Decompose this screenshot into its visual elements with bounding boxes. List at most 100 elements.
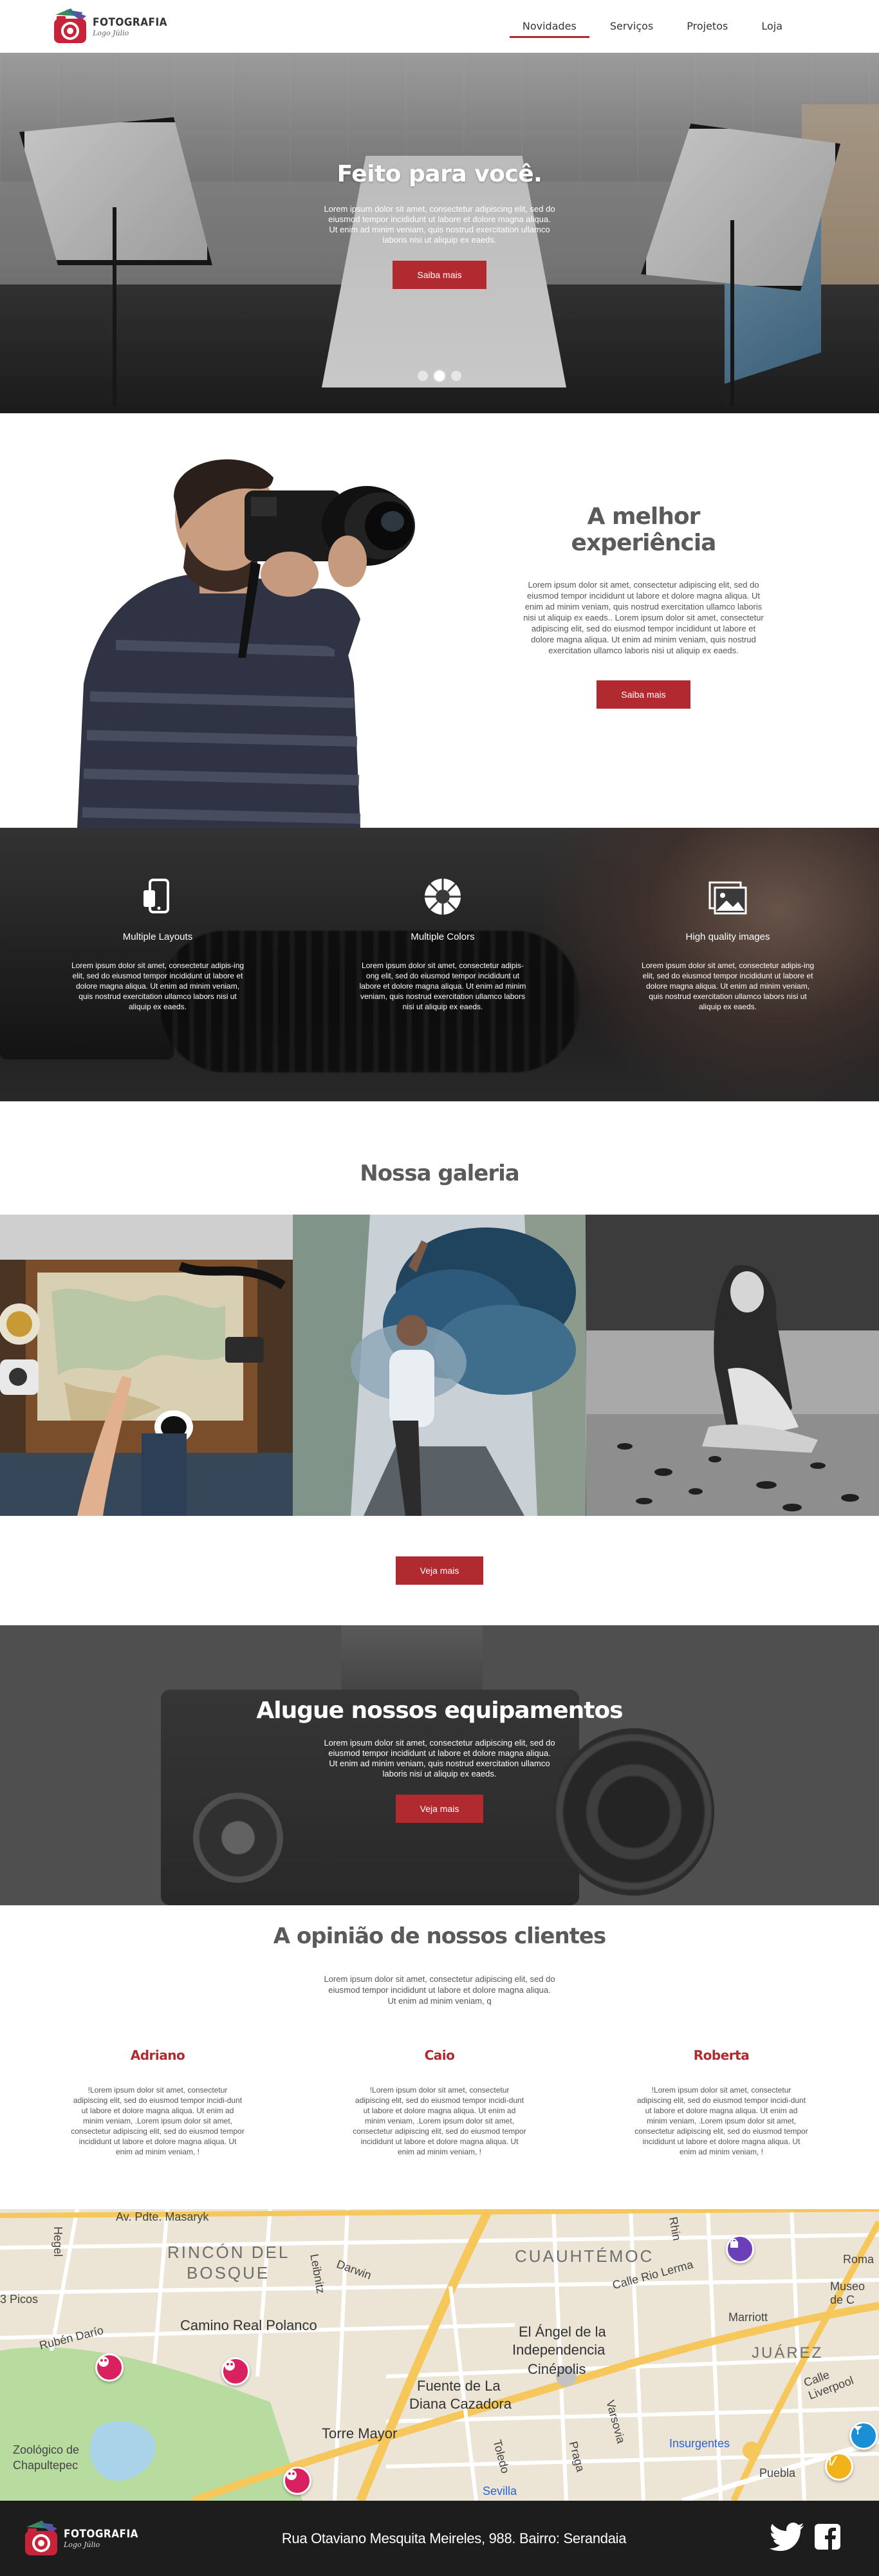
- slider-dot-1[interactable]: [418, 371, 428, 381]
- experience-cta-button[interactable]: Saiba mais: [597, 680, 690, 709]
- feature-item: High quality images Lorem ipsum dolor si…: [641, 876, 815, 1012]
- features-section: Multiple Layouts Lorem ipsum dolor sit a…: [0, 828, 879, 1101]
- map-label: JUÁREZ: [752, 2344, 824, 2362]
- map-label: Zoológico de: [13, 2443, 80, 2456]
- feature-title: Multiple Layouts: [122, 931, 193, 942]
- map-pin-palette-icon[interactable]: [95, 2353, 124, 2382]
- map-pin-bar-icon[interactable]: [849, 2422, 878, 2450]
- gallery-image-map-table[interactable]: [0, 1215, 293, 1516]
- brand-tagline: Logo Júlio: [93, 28, 129, 37]
- feature-list: Multiple Layouts Lorem ipsum dolor sit a…: [71, 876, 815, 1012]
- map-label: Sevilla: [483, 2485, 517, 2497]
- rent-cta-button[interactable]: Veja mais: [395, 1795, 484, 1823]
- slider-dot-2[interactable]: [434, 371, 445, 381]
- image-gallery-icon: [707, 876, 748, 917]
- slider-dots: [0, 371, 879, 381]
- testimonial-text: !Lorem ipsum dolor sit amet, consectetur…: [71, 2086, 245, 2156]
- map-label: Camino Real Polanco: [180, 2317, 317, 2333]
- footer-address: Rua Otaviano Mesquita Meireles, 988. Bai…: [281, 2530, 627, 2546]
- feature-item: Multiple Colors Lorem ipsum dolor sit am…: [356, 876, 530, 1012]
- nav-item-loja[interactable]: Loja: [748, 15, 795, 38]
- map-pin-palette-icon[interactable]: [283, 2467, 311, 2495]
- testimonials-section: A opinião de nossos clientes Lorem ipsum…: [0, 1905, 879, 2209]
- brand-logo[interactable]: FOTOGRAFIA Logo Júlio: [51, 7, 167, 46]
- map-label: Insurgentes: [669, 2437, 730, 2450]
- feature-text: Lorem ipsum dolor sit amet, consectetur …: [359, 961, 526, 1011]
- testimonial-item: Roberta !Lorem ipsum dolor sit amet, con…: [634, 2048, 808, 2157]
- rent-content: Alugue nossos equipamentos Lorem ipsum d…: [0, 1697, 879, 1823]
- map-label: Cinépolis: [528, 2361, 586, 2377]
- site-footer: FOTOGRAFIA Logo Júlio Rua Otaviano Mesqu…: [0, 2501, 879, 2576]
- nav-item-servicos[interactable]: Serviços: [597, 15, 666, 38]
- map-label: Diana Cazadora: [409, 2396, 512, 2412]
- color-wheel-icon: [422, 876, 463, 917]
- gallery-more-button[interactable]: Veja mais: [395, 1556, 484, 1585]
- hero-title: Feito para você.: [337, 161, 542, 187]
- map-label: Chapultepec: [13, 2459, 79, 2472]
- nav-item-novidades[interactable]: Novidades: [509, 15, 589, 38]
- site-header: FOTOGRAFIA Logo Júlio Novidades Serviços…: [0, 0, 879, 53]
- testimonial-name: Roberta: [693, 2048, 750, 2063]
- camera-logo-icon: [23, 2519, 60, 2558]
- hero-cta-button[interactable]: Saiba mais: [393, 261, 486, 289]
- gallery-more: Veja mais: [0, 1516, 879, 1625]
- testimonial-list: Adriano !Lorem ipsum dolor sit amet, con…: [0, 2048, 879, 2157]
- gallery-section: Nossa galeria Veja mais: [0, 1101, 879, 1625]
- experience-section: A melhor experiência Lorem ipsum dolor s…: [0, 413, 879, 828]
- nav-item-projetos[interactable]: Projetos: [674, 15, 741, 38]
- testimonials-title: A opinião de nossos clientes: [273, 1923, 606, 1949]
- experience-text: Lorem ipsum dolor sit amet, consectetur …: [523, 580, 764, 655]
- rent-title: Alugue nossos equipamentos: [256, 1697, 623, 1724]
- map-pin-shopping-icon[interactable]: [726, 2235, 754, 2263]
- testimonials-intro: Lorem ipsum dolor sit amet, consectetur …: [324, 1974, 555, 2006]
- twitter-icon[interactable]: [770, 2523, 804, 2554]
- map-label: BOSQUE: [187, 2263, 270, 2282]
- experience-content: A melhor experiência Lorem ipsum dolor s…: [515, 503, 772, 709]
- map-label: Av. Pdte. Masaryk: [116, 2210, 209, 2223]
- map-label: RINCÓN DEL: [167, 2243, 290, 2262]
- footer-brand-tagline: Logo Júlio: [64, 2541, 100, 2549]
- social-links: [770, 2523, 840, 2554]
- testimonial-item: Caio !Lorem ipsum dolor sit amet, consec…: [353, 2048, 526, 2157]
- experience-title: A melhor experiência: [571, 503, 717, 556]
- main-nav: Novidades Serviços Projetos Loja: [502, 15, 795, 38]
- photographer-image: [77, 452, 438, 828]
- feature-title: High quality images: [685, 931, 770, 942]
- map-label: Fuente de La: [417, 2378, 501, 2394]
- map-label: Museo de C: [830, 2280, 865, 2306]
- testimonial-text: !Lorem ipsum dolor sit amet, consectetur…: [353, 2086, 526, 2156]
- map-label: Torre Mayor: [322, 2425, 398, 2441]
- footer-brand-name: FOTOGRAFIA: [64, 2528, 139, 2541]
- map-label: El Ángel de la: [519, 2324, 606, 2340]
- map-label: Puebla: [759, 2467, 796, 2479]
- camera-logo-icon: [51, 7, 89, 46]
- slider-dot-3[interactable]: [451, 371, 461, 381]
- location-map[interactable]: Av. Pdte. Masaryk RINCÓN DEL BOSQUE CUAU…: [0, 2209, 879, 2501]
- footer-logo[interactable]: FOTOGRAFIA Logo Júlio: [23, 2519, 138, 2558]
- hero-text: Lorem ipsum dolor sit amet, consectetur …: [324, 204, 555, 245]
- gallery-image-smoke-bomb[interactable]: [293, 1215, 586, 1516]
- mobile-layout-icon: [137, 876, 178, 917]
- map-label: CUAUHTÉMOC: [515, 2246, 654, 2266]
- hero-slider: Feito para você. Lorem ipsum dolor sit a…: [0, 53, 879, 413]
- gallery-image-woman-leaves[interactable]: [586, 1215, 879, 1516]
- feature-title: Multiple Colors: [411, 931, 475, 942]
- feature-item: Multiple Layouts Lorem ipsum dolor sit a…: [71, 876, 245, 1012]
- map-pin-palette-icon[interactable]: [221, 2357, 250, 2385]
- gallery-title: Nossa galeria: [360, 1161, 519, 1186]
- testimonial-text: !Lorem ipsum dolor sit amet, consectetur…: [634, 2086, 808, 2156]
- map-label: 3 Picos: [0, 2293, 39, 2306]
- testimonial-item: Adriano !Lorem ipsum dolor sit amet, con…: [71, 2048, 245, 2157]
- map-label: Marriott: [728, 2311, 768, 2324]
- rent-section: Alugue nossos equipamentos Lorem ipsum d…: [0, 1625, 879, 1905]
- hero-content: Feito para você. Lorem ipsum dolor sit a…: [0, 161, 879, 289]
- map-label: Roma: [843, 2253, 874, 2266]
- facebook-icon[interactable]: [815, 2524, 840, 2553]
- map-label: Independencia: [512, 2342, 606, 2358]
- feature-text: Lorem ipsum dolor sit amet, consectetur …: [71, 961, 245, 1011]
- testimonial-name: Caio: [424, 2048, 455, 2063]
- map-pin-restaurant-icon[interactable]: [825, 2452, 853, 2481]
- testimonial-name: Adriano: [130, 2048, 185, 2063]
- brand-name: FOTOGRAFIA: [93, 15, 168, 29]
- rent-text: Lorem ipsum dolor sit amet, consectetur …: [324, 1738, 555, 1778]
